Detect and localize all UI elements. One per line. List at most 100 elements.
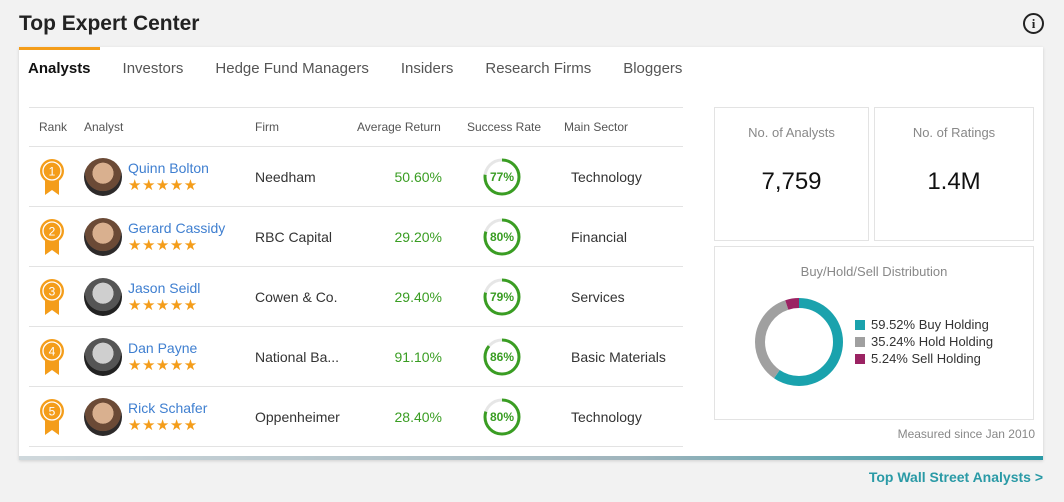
success-rate-cell: 79% — [442, 276, 562, 318]
rank-number: 2 — [49, 224, 56, 238]
rank-cell: 1 — [29, 158, 84, 196]
header-average-return: Average Return — [357, 120, 441, 134]
star-rating: ★★★★★ — [128, 297, 198, 314]
info-icon[interactable]: i — [1023, 13, 1044, 34]
legend-sell-swatch — [855, 353, 865, 364]
tab-investors[interactable]: Investors — [107, 47, 200, 93]
main-sector-cell: Technology — [571, 168, 642, 185]
legend-hold-label: 35.24% Hold Holding — [871, 334, 994, 349]
tab-hedge-fund-managers[interactable]: Hedge Fund Managers — [199, 47, 384, 93]
success-rate-ring: 80% — [481, 216, 523, 258]
rank-number: 3 — [49, 284, 56, 298]
header-rank: Rank — [39, 120, 68, 134]
firm-cell: Oppenheimer — [255, 408, 340, 425]
rank-medal-icon: 2 — [40, 218, 64, 255]
firm-cell: Needham — [255, 168, 316, 185]
rank-medal-icon: 4 — [40, 338, 64, 375]
analyst-cell: Dan Payne ★★★★★ — [84, 337, 255, 376]
distribution-legend: 59.52% Buy Holding 35.24% Hold Holding 5… — [855, 316, 993, 367]
card-bottom-bar — [19, 456, 1043, 460]
legend-hold-swatch — [855, 336, 865, 347]
firm-cell: National Ba... — [255, 348, 340, 365]
avatar[interactable] — [84, 217, 122, 256]
average-return-cell: 50.60% — [394, 168, 442, 185]
analyst-cell: Gerard Cassidy ★★★★★ — [84, 217, 255, 256]
main-sector-cell: Technology — [571, 408, 642, 425]
table-row[interactable]: 3 Jason Seidl ★★★★★ Cowen & Co. 29.40% 79% Ser… — [29, 267, 683, 327]
rank-number: 4 — [49, 344, 56, 358]
firm-cell: Cowen & Co. — [255, 288, 338, 305]
star-rating: ★★★★★ — [128, 237, 198, 254]
avatar[interactable] — [84, 337, 122, 376]
success-rate-cell: 86% — [442, 336, 562, 378]
top-wall-street-analysts-link[interactable]: Top Wall Street Analysts > — [869, 469, 1043, 485]
table-row[interactable]: 2 Gerard Cassidy ★★★★★ RBC Capital 29.20% 80%… — [29, 207, 683, 267]
success-rate-value: 77% — [489, 169, 515, 184]
stat-ratings-value: 1.4M — [927, 168, 981, 195]
page-title: Top Expert Center — [19, 12, 200, 35]
average-return-cell: 91.10% — [394, 348, 442, 365]
success-rate-value: 80% — [489, 229, 515, 244]
header-analyst: Analyst — [84, 120, 124, 134]
star-rating: ★★★★★ — [128, 417, 198, 434]
measured-since-note: Measured since Jan 2010 — [897, 427, 1035, 441]
table-row[interactable]: 4 Dan Payne ★★★★★ National Ba... 91.10% 86% Ba… — [29, 327, 683, 387]
legend-buy: 59.52% Buy Holding — [855, 316, 993, 333]
analyst-name-link[interactable]: Quinn Bolton — [128, 159, 209, 177]
main-sector-cell: Services — [571, 288, 625, 305]
rank-cell: 4 — [29, 338, 84, 376]
rank-cell: 5 — [29, 398, 84, 436]
average-return-cell: 29.20% — [394, 228, 442, 245]
success-rate-ring: 79% — [481, 276, 523, 318]
avatar[interactable] — [84, 277, 122, 316]
distribution-title: Buy/Hold/Sell Distribution — [800, 264, 948, 279]
header-main-sector: Main Sector — [564, 120, 629, 134]
analyst-name-link[interactable]: Jason Seidl — [128, 279, 200, 297]
legend-buy-swatch — [855, 319, 865, 330]
average-return-cell: 28.40% — [394, 408, 442, 425]
rank-cell: 2 — [29, 218, 84, 256]
header-firm: Firm — [255, 120, 279, 134]
legend-hold: 35.24% Hold Holding — [855, 333, 993, 350]
success-rate-ring: 77% — [481, 156, 523, 198]
distribution-donut — [755, 298, 843, 386]
stat-ratings-label: No. of Ratings — [912, 125, 996, 140]
average-return-cell: 29.40% — [394, 288, 442, 305]
stat-analysts-value: 7,759 — [761, 168, 822, 195]
rank-number: 1 — [49, 164, 56, 178]
success-rate-value: 80% — [489, 409, 515, 424]
tab-insiders[interactable]: Insiders — [385, 47, 470, 93]
success-rate-cell: 80% — [442, 216, 562, 258]
star-rating: ★★★★★ — [128, 357, 198, 374]
stat-ratings: No. of Ratings 1.4M — [874, 107, 1034, 241]
rank-medal-icon: 5 — [40, 398, 64, 435]
tab-bloggers[interactable]: Bloggers — [607, 47, 698, 93]
analyst-cell: Jason Seidl ★★★★★ — [84, 277, 255, 316]
stat-analysts-label: No. of Analysts — [748, 125, 835, 140]
success-rate-ring: 86% — [481, 336, 523, 378]
analyst-name-link[interactable]: Dan Payne — [128, 339, 198, 357]
rank-medal-icon: 3 — [40, 278, 64, 315]
distribution-panel: Buy/Hold/Sell Distribution 59.52% Buy Ho… — [714, 246, 1034, 420]
tab-bar: Analysts Investors Hedge Fund Managers I… — [19, 47, 698, 93]
stat-analysts: No. of Analysts 7,759 — [714, 107, 869, 241]
avatar[interactable] — [84, 157, 122, 196]
rank-number: 5 — [49, 404, 56, 418]
analyst-name-link[interactable]: Gerard Cassidy — [128, 219, 225, 237]
table-row[interactable]: 5 Rick Schafer ★★★★★ Oppenheimer 28.40% 80% Te… — [29, 387, 683, 447]
success-rate-ring: 80% — [481, 396, 523, 438]
table-row[interactable]: 1 Quinn Bolton ★★★★★ Needham 50.60% 77% Techno… — [29, 147, 683, 207]
analyst-cell: Rick Schafer ★★★★★ — [84, 397, 255, 436]
avatar[interactable] — [84, 397, 122, 436]
main-sector-cell: Basic Materials — [571, 348, 666, 365]
tab-analysts[interactable]: Analysts — [19, 47, 100, 93]
success-rate-value: 79% — [489, 289, 515, 304]
header-success-rate: Success Rate — [466, 120, 542, 134]
analysts-table: Rank Analyst Firm Average Return Success… — [29, 107, 683, 447]
success-rate-cell: 77% — [442, 156, 562, 198]
analyst-name-link[interactable]: Rick Schafer — [128, 399, 207, 417]
analyst-cell: Quinn Bolton ★★★★★ — [84, 157, 255, 196]
rank-cell: 3 — [29, 278, 84, 316]
main-sector-cell: Financial — [571, 228, 628, 245]
tab-research-firms[interactable]: Research Firms — [469, 47, 607, 93]
